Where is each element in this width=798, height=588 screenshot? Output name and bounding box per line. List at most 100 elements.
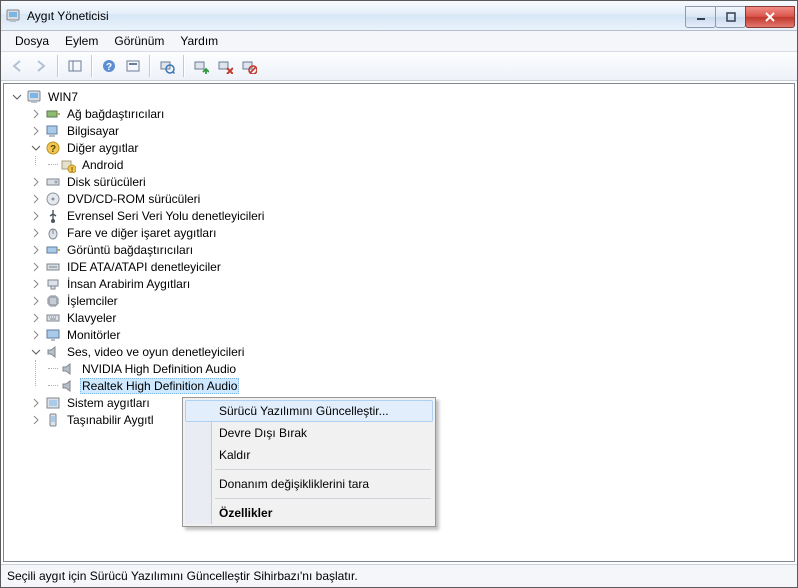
svg-text:?: ? xyxy=(106,62,112,73)
menubar: Dosya Eylem Görünüm Yardım xyxy=(1,31,797,52)
tree-item-hid[interactable]: İnsan Arabirim Aygıtları xyxy=(29,275,794,292)
expand-icon[interactable] xyxy=(29,226,43,240)
node-label: Diğer aygıtlar xyxy=(65,141,140,155)
node-label: Evrensel Seri Veri Yolu denetleyicileri xyxy=(65,209,266,223)
cm-update-driver[interactable]: Sürücü Yazılımını Güncelleştir... xyxy=(185,400,433,422)
expand-icon[interactable] xyxy=(29,192,43,206)
audio-device-icon xyxy=(60,378,76,394)
dvd-drive-icon xyxy=(45,191,61,207)
menu-action[interactable]: Eylem xyxy=(57,32,106,50)
disk-drive-icon xyxy=(45,174,61,190)
tree-root[interactable]: WIN7 xyxy=(10,88,794,105)
node-label: Ağ bağdaştırıcıları xyxy=(65,107,166,121)
node-label: Ses, video ve oyun denetleyicileri xyxy=(65,345,246,359)
expand-icon[interactable] xyxy=(29,209,43,223)
node-label: Fare ve diğer işaret aygıtları xyxy=(65,226,218,240)
mouse-icon xyxy=(45,225,61,241)
device-tree[interactable]: WIN7 Ağ bağdaştırıcıları Bilgisayar ?Diğ… xyxy=(3,83,795,562)
hid-icon xyxy=(45,276,61,292)
help-button[interactable]: ? xyxy=(97,54,121,78)
close-button[interactable] xyxy=(745,6,795,28)
node-label: Monitörler xyxy=(65,328,122,342)
collapse-icon[interactable] xyxy=(10,90,24,104)
update-driver-icon[interactable] xyxy=(189,54,213,78)
expand-icon[interactable] xyxy=(29,124,43,138)
portable-device-icon xyxy=(45,412,61,428)
cm-scan-hardware[interactable]: Donanım değişikliklerini tara xyxy=(185,473,433,495)
app-icon xyxy=(5,8,21,24)
context-menu: Sürücü Yazılımını Güncelleştir... Devre … xyxy=(182,397,436,527)
collapse-icon[interactable] xyxy=(29,345,43,359)
menu-help[interactable]: Yardım xyxy=(172,32,226,50)
scan-hardware-icon[interactable] xyxy=(155,54,179,78)
ide-controller-icon xyxy=(45,259,61,275)
processor-icon xyxy=(45,293,61,309)
toolbar: ? xyxy=(1,52,797,81)
tree-item-realtek-audio[interactable]: Realtek High Definition Audio xyxy=(48,377,794,394)
node-label: Sistem aygıtları xyxy=(65,396,152,410)
expand-icon[interactable] xyxy=(29,413,43,427)
svg-text:!: ! xyxy=(71,167,73,173)
tree-item-cpu[interactable]: İşlemciler xyxy=(29,292,794,309)
cm-properties[interactable]: Özellikler xyxy=(185,502,433,524)
node-label: Realtek High Definition Audio xyxy=(80,378,239,394)
tree-item-mice[interactable]: Fare ve diğer işaret aygıtları xyxy=(29,224,794,241)
node-label: İnsan Arabirim Aygıtları xyxy=(65,277,192,291)
expand-icon[interactable] xyxy=(29,294,43,308)
forward-button[interactable] xyxy=(29,54,53,78)
node-label: Disk sürücüleri xyxy=(65,175,148,189)
expand-icon[interactable] xyxy=(29,175,43,189)
node-label: İşlemciler xyxy=(65,294,120,308)
back-button[interactable] xyxy=(5,54,29,78)
network-adapter-icon xyxy=(45,106,61,122)
expand-icon[interactable] xyxy=(29,277,43,291)
maximize-button[interactable] xyxy=(715,6,746,28)
expand-icon[interactable] xyxy=(29,107,43,121)
node-label: Görüntü bağdaştırıcıları xyxy=(65,243,195,257)
node-label: IDE ATA/ATAPI denetleyiciler xyxy=(65,260,223,274)
cm-uninstall[interactable]: Kaldır xyxy=(185,444,433,466)
node-label: Bilgisayar xyxy=(65,124,121,138)
expand-icon[interactable] xyxy=(29,396,43,410)
unknown-device-icon: ! xyxy=(60,157,76,173)
menu-view[interactable]: Görünüm xyxy=(106,32,172,50)
tree-item-dvd[interactable]: DVD/CD-ROM sürücüleri xyxy=(29,190,794,207)
computer-icon xyxy=(26,89,42,105)
audio-device-icon xyxy=(60,361,76,377)
collapse-icon[interactable] xyxy=(29,141,43,155)
disable-icon[interactable] xyxy=(237,54,261,78)
node-label: Android xyxy=(80,158,125,172)
device-manager-window: Aygıt Yöneticisi Dosya Eylem Görünüm Yar… xyxy=(0,0,798,588)
node-label: Klavyeler xyxy=(65,311,118,325)
show-hide-tree-button[interactable] xyxy=(63,54,87,78)
tree-item-computer[interactable]: Bilgisayar xyxy=(29,122,794,139)
monitor-icon xyxy=(45,327,61,343)
tree-item-other-devices[interactable]: ?Diğer aygıtlar xyxy=(29,139,794,156)
tree-item-display[interactable]: Görüntü bağdaştırıcıları xyxy=(29,241,794,258)
tree-item-monitor[interactable]: Monitörler xyxy=(29,326,794,343)
minimize-button[interactable] xyxy=(685,6,716,28)
tree-item-disk[interactable]: Disk sürücüleri xyxy=(29,173,794,190)
computer-icon xyxy=(45,123,61,139)
titlebar: Aygıt Yöneticisi xyxy=(1,1,797,31)
tree-item-network[interactable]: Ağ bağdaştırıcıları xyxy=(29,105,794,122)
tree-item-ide[interactable]: IDE ATA/ATAPI denetleyiciler xyxy=(29,258,794,275)
sound-controller-icon xyxy=(45,344,61,360)
status-text: Seçili aygıt için Sürücü Yazılımını Günc… xyxy=(7,569,358,583)
cm-disable[interactable]: Devre Dışı Bırak xyxy=(185,422,433,444)
node-label: NVIDIA High Definition Audio xyxy=(80,362,238,376)
display-adapter-icon xyxy=(45,242,61,258)
tree-item-android[interactable]: ! Android xyxy=(48,156,794,173)
window-controls xyxy=(685,6,795,26)
expand-icon[interactable] xyxy=(29,311,43,325)
uninstall-icon[interactable] xyxy=(213,54,237,78)
tree-item-usb[interactable]: Evrensel Seri Veri Yolu denetleyicileri xyxy=(29,207,794,224)
tree-item-sound[interactable]: Ses, video ve oyun denetleyicileri xyxy=(29,343,794,360)
tree-item-keyboard[interactable]: Klavyeler xyxy=(29,309,794,326)
expand-icon[interactable] xyxy=(29,328,43,342)
expand-icon[interactable] xyxy=(29,243,43,257)
menu-file[interactable]: Dosya xyxy=(7,32,57,50)
expand-icon[interactable] xyxy=(29,260,43,274)
action-pane-button[interactable] xyxy=(121,54,145,78)
tree-item-nvidia-audio[interactable]: NVIDIA High Definition Audio xyxy=(48,360,794,377)
